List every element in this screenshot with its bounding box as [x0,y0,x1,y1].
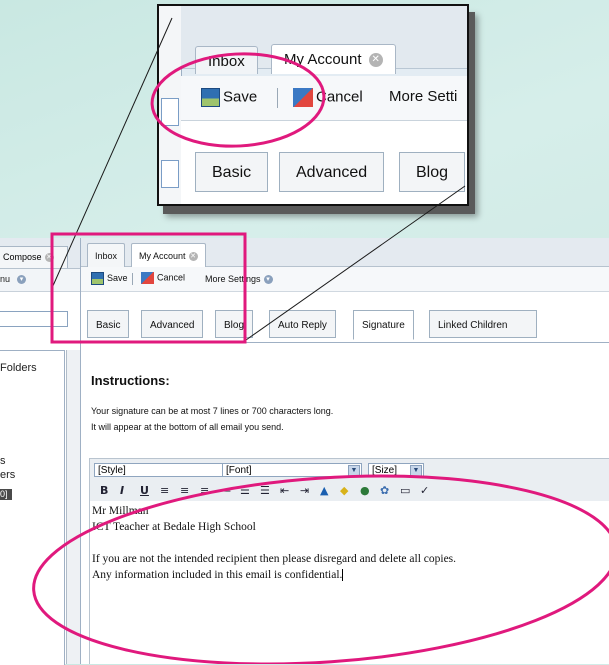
underline-button[interactable]: U [140,484,149,497]
font-select[interactable]: [Font] ▼ [222,463,362,477]
folder-item[interactable]: s [0,455,6,467]
signature-line: If you are not the intended recipient th… [92,553,457,565]
toolbar: Save Cancel More Settings ▾ [81,267,609,292]
size-select[interactable]: [Size] ▼ [368,463,424,477]
folders-panel: Folders 0] s ers [0,350,65,665]
folders-label: Folders [0,362,37,374]
zoom-callout: Inbox My Account ✕ Save Cancel More Sett… [157,4,469,206]
close-icon[interactable]: ✕ [188,252,198,262]
style-select-value: [Style] [98,465,126,476]
table-icon[interactable]: ▭ [400,484,410,497]
save-label: Save [107,272,128,283]
zoom-tab-basic[interactable]: Basic [195,152,269,192]
zoom-tab-inbox[interactable]: Inbox [195,46,258,74]
zoom-save-label: Save [223,88,258,106]
left-pane: Compose ✕ nu ▾ Folders 0] s ers [0,238,85,665]
zoom-left-field [161,98,179,126]
save-button[interactable]: Save [91,272,128,285]
tab-blog[interactable]: Blog [215,310,254,338]
signature-editor[interactable]: Mr Millman ICT Teacher at Bedale High Sc… [89,501,609,664]
chevron-down-icon: ▾ [17,275,26,284]
text-color-icon[interactable]: ▲ [320,484,328,497]
zoom-cancel-button[interactable]: Cancel [293,88,363,107]
unordered-list-icon[interactable]: ☰ [260,484,270,497]
zoom-left-strip [159,6,182,204]
tab-basic[interactable]: Basic [87,310,130,338]
cancel-button[interactable]: Cancel [141,272,185,284]
left-search-input[interactable] [0,311,68,327]
signature-line: ICT Teacher at Bedale High School [92,521,256,533]
tab-linked-children[interactable]: Linked Children [429,310,537,338]
zoom-toolbar: Save Cancel More Setti [181,76,467,121]
bold-button[interactable]: B [100,484,108,497]
text-caret [342,569,344,582]
horizontal-rule-icon[interactable]: — [220,484,231,497]
zoom-cancel-label: Cancel [316,88,363,106]
left-scrollbar[interactable] [66,350,81,664]
left-menu-row[interactable]: nu ▾ [0,269,84,292]
indent-icon[interactable]: ⇥ [300,484,309,497]
settings-subtabs: Basic Advanced Blog Auto Reply Signature… [81,292,609,343]
signature-line: Any information included in this email i… [92,569,344,582]
app-window: Compose ✕ nu ▾ Folders 0] s ers Inbox My … [0,238,609,665]
zoom-subtabs: Basic Advanced Blog [181,121,467,204]
editor-toolbar: [Style] ▼ [Font] ▼ [Size] ▼ B I U ≡ ≡ ≡ — ☰… [89,458,609,502]
save-icon [201,88,220,107]
tab-bar: Inbox My Account ✕ [81,238,609,267]
cancel-icon [141,272,154,284]
close-icon[interactable]: ✕ [44,253,54,263]
instructions-line: Your signature can be at most 7 lines or… [91,406,334,416]
zoom-tab-my-account-label: My Account [284,51,362,68]
instructions-title: Instructions: [91,373,170,388]
ordered-list-icon[interactable]: ☰ [240,484,250,497]
align-left-icon[interactable]: ≡ [160,484,169,497]
instructions-line: It will appear at the bottom of all emai… [91,422,284,432]
chevron-down-icon: ▼ [348,465,360,477]
more-settings-button[interactable]: More Settings ▾ [205,274,273,285]
tab-signature[interactable]: Signature [353,310,414,340]
close-icon[interactable]: ✕ [368,53,383,68]
zoom-tab-blog[interactable]: Blog [399,152,466,192]
size-select-value: [Size] [372,465,398,476]
right-pane: Inbox My Account ✕ Save Cancel More Setti… [80,238,609,664]
cancel-label: Cancel [157,272,186,283]
tab-inbox[interactable]: Inbox [87,243,126,267]
highlight-color-icon[interactable]: ◆ [340,484,348,497]
link-icon[interactable]: ● [360,484,370,497]
zoom-tab-advanced[interactable]: Advanced [279,152,385,192]
signature-line: Mr Millman [92,505,149,517]
zoom-tab-my-account[interactable]: My Account ✕ [271,44,396,74]
italic-button[interactable]: I [120,484,124,497]
zoom-save-button[interactable]: Save [201,88,257,107]
cancel-icon [293,88,313,107]
left-tab-bar: Compose ✕ [0,238,84,269]
outdent-icon[interactable]: ⇤ [280,484,289,497]
folder-item[interactable]: ers [0,469,15,481]
chevron-down-icon: ▾ [263,275,273,285]
tab-my-account-label: My Account [139,251,186,261]
signature-panel: Instructions: Your signature can be at m… [81,343,609,664]
left-menu-label: nu [0,274,11,284]
tab-compose[interactable]: Compose ✕ [0,246,68,268]
image-icon[interactable]: ✿ [380,484,389,497]
tab-advanced[interactable]: Advanced [141,310,204,338]
toolbar-divider [277,88,278,108]
signature-line-text: Any information included in this email i… [92,569,343,581]
tab-compose-label: Compose [3,252,42,262]
tab-my-account[interactable]: My Account ✕ [131,243,206,267]
zoom-more-settings-button[interactable]: More Setti [389,88,457,105]
tab-auto-reply[interactable]: Auto Reply [269,310,336,338]
zoom-tab-bar: Inbox My Account ✕ [181,6,467,74]
more-settings-label: More Settings [205,274,261,284]
toolbar-divider [132,273,133,285]
font-select-value: [Font] [226,465,252,476]
align-right-icon[interactable]: ≡ [200,484,209,497]
unread-count-badge: 0] [0,489,12,500]
chevron-down-icon: ▼ [410,465,422,477]
zoom-left-field [161,160,179,188]
spellcheck-icon[interactable]: ✓ [420,484,429,497]
save-icon [91,272,104,285]
align-center-icon[interactable]: ≡ [180,484,189,497]
